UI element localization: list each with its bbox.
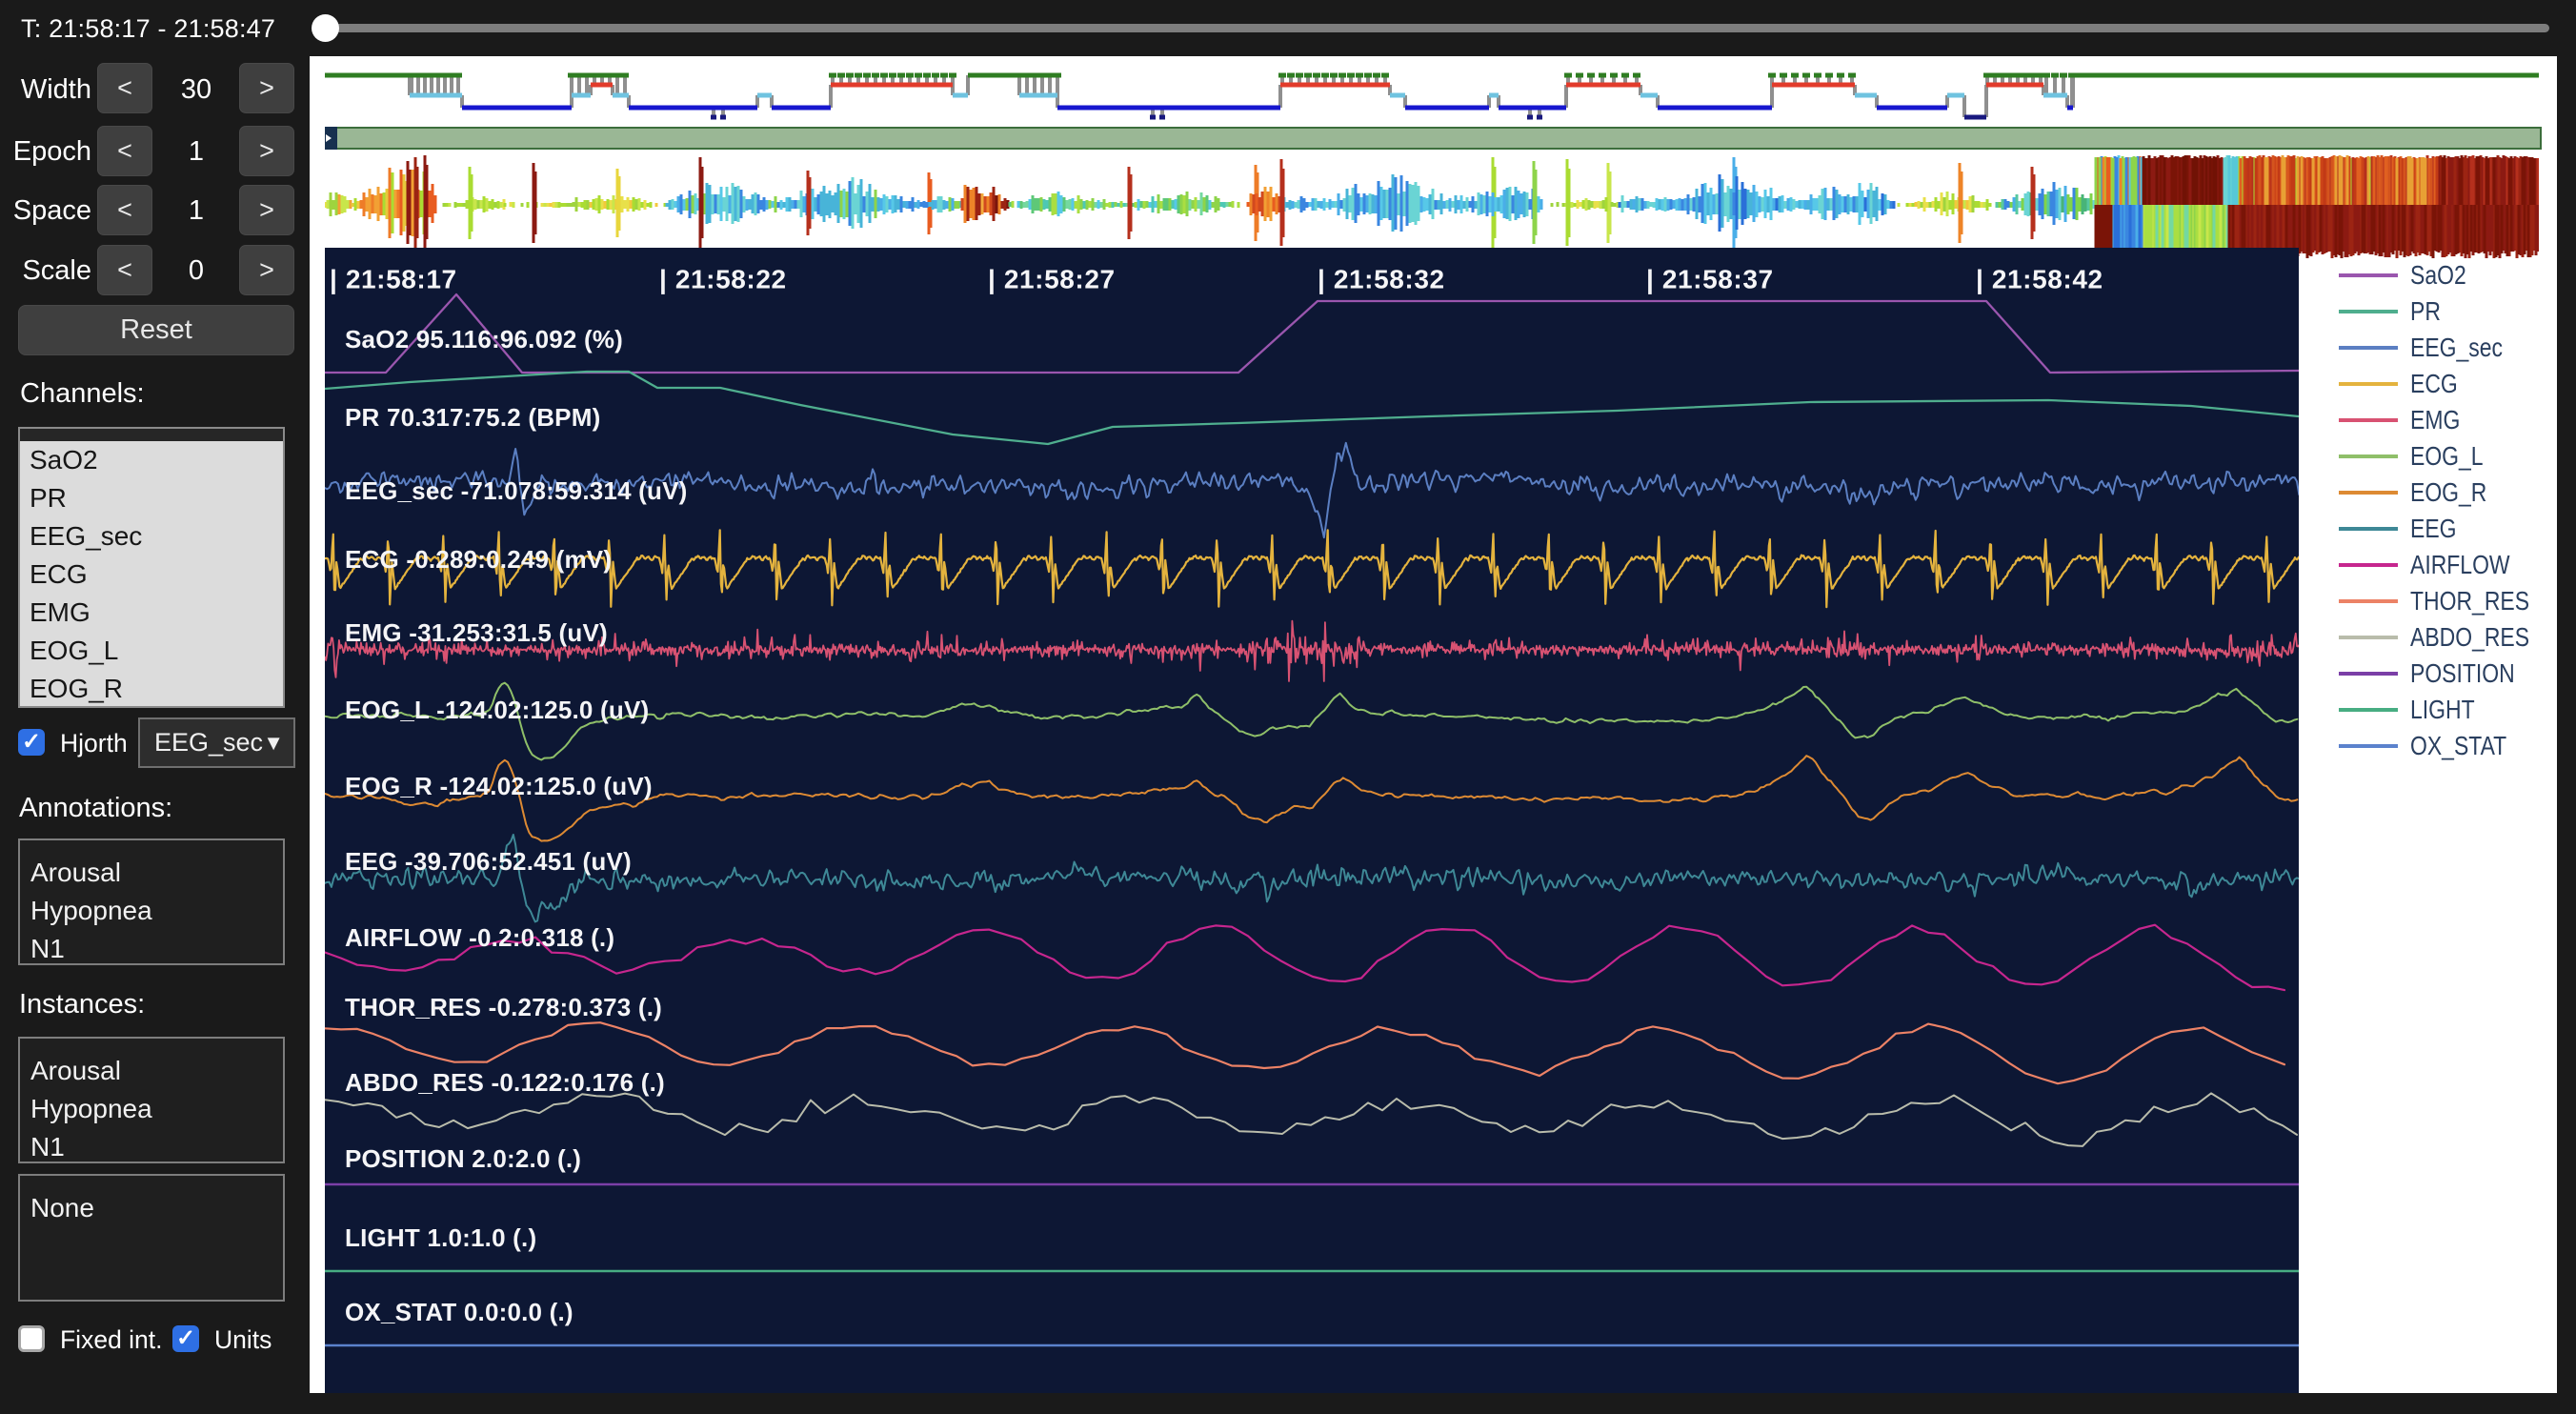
svg-text:| 21:58:17: | 21:58:17 — [330, 265, 457, 294]
svg-text:ECG -0.289:0.249 (mV): ECG -0.289:0.249 (mV) — [345, 545, 612, 574]
svg-text:| 21:58:32: | 21:58:32 — [1318, 265, 1445, 294]
svg-text:EOG_R -124.02:125.0 (uV): EOG_R -124.02:125.0 (uV) — [345, 772, 653, 800]
svg-text:ABDO_RES -0.122:0.176 (.): ABDO_RES -0.122:0.176 (.) — [345, 1068, 665, 1097]
svg-text:EOG_L -124.02:125.0 (uV): EOG_L -124.02:125.0 (uV) — [345, 696, 649, 724]
svg-text:THOR_RES -0.278:0.373 (.): THOR_RES -0.278:0.373 (.) — [345, 993, 662, 1021]
svg-text:AIRFLOW -0.2:0.318 (.): AIRFLOW -0.2:0.318 (.) — [345, 923, 614, 952]
svg-text:EEG_sec -71.078:59.314 (uV): EEG_sec -71.078:59.314 (uV) — [345, 476, 688, 505]
svg-text:| 21:58:42: | 21:58:42 — [1976, 265, 2103, 294]
svg-text:LIGHT 1.0:1.0 (.): LIGHT 1.0:1.0 (.) — [345, 1223, 536, 1252]
svg-text:| 21:58:27: | 21:58:27 — [988, 265, 1116, 294]
svg-text:POSITION 2.0:2.0 (.): POSITION 2.0:2.0 (.) — [345, 1144, 581, 1173]
svg-text:PR 70.317:75.2 (BPM): PR 70.317:75.2 (BPM) — [345, 403, 600, 432]
svg-text:| 21:58:22: | 21:58:22 — [659, 265, 787, 294]
svg-text:EMG -31.253:31.5 (uV): EMG -31.253:31.5 (uV) — [345, 618, 608, 647]
svg-text:SaO2 95.116:96.092 (%): SaO2 95.116:96.092 (%) — [345, 325, 623, 354]
svg-text:EEG -39.706:52.451 (uV): EEG -39.706:52.451 (uV) — [345, 847, 632, 876]
svg-text:OX_STAT 0.0:0.0 (.): OX_STAT 0.0:0.0 (.) — [345, 1298, 574, 1326]
svg-text:| 21:58:37: | 21:58:37 — [1646, 265, 1774, 294]
